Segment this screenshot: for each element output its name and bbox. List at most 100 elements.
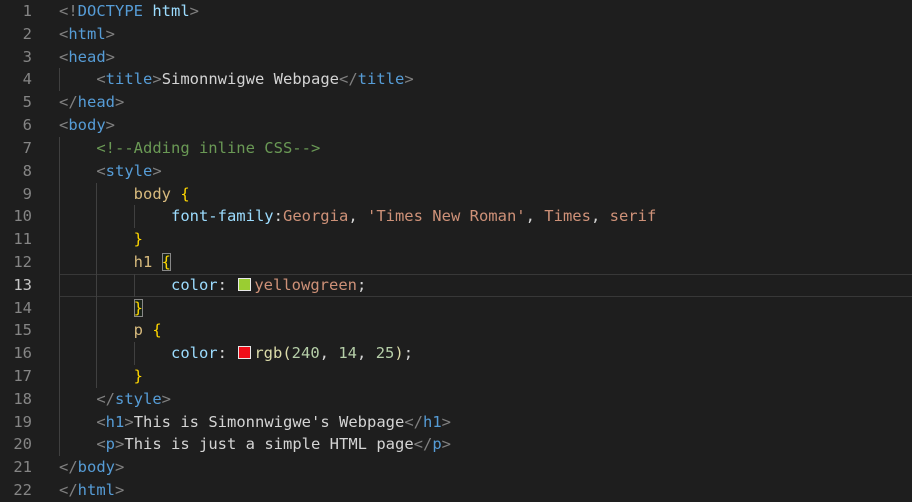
line-content[interactable]: font-family:Georgia, 'Times New Roman', … xyxy=(59,205,912,229)
code-line[interactable]: 7 <!--Adding inline CSS--> xyxy=(0,136,912,160)
line-number[interactable]: 10 xyxy=(0,205,59,228)
code-line[interactable]: 6 <body> xyxy=(0,114,912,137)
code-line[interactable]: 19 <h1>This is Simonnwigwe's Webpage</h1… xyxy=(0,410,912,434)
indent-guide xyxy=(96,342,98,365)
line-content[interactable]: color: rgb(240, 14, 25); xyxy=(59,342,912,365)
code-line[interactable]: 11 } xyxy=(0,228,912,251)
line-number[interactable]: 4 xyxy=(0,68,59,91)
indent-guide xyxy=(59,387,60,411)
code-token: > xyxy=(105,47,116,66)
line-number[interactable]: 7 xyxy=(0,137,59,160)
matched-bracket: { xyxy=(161,252,172,271)
code-token: < xyxy=(59,24,69,43)
line-content[interactable]: </body> xyxy=(59,456,912,479)
code-token: </ xyxy=(339,70,358,89)
code-token: 240 xyxy=(291,344,320,363)
code-token: > xyxy=(441,435,452,454)
line-content[interactable]: </html> xyxy=(59,479,912,502)
line-content[interactable]: <style> xyxy=(59,159,912,183)
code-line[interactable]: 15 p { xyxy=(0,319,912,343)
line-content[interactable]: p { xyxy=(59,319,912,343)
code-line[interactable]: 20 <p>This is just a simple HTML page</p… xyxy=(0,433,912,457)
line-number[interactable]: 8 xyxy=(0,160,59,183)
line-number[interactable]: 15 xyxy=(0,319,59,342)
code-token: </ xyxy=(59,458,78,477)
line-content[interactable]: <!--Adding inline CSS--> xyxy=(59,136,912,160)
line-number[interactable]: 14 xyxy=(0,297,59,320)
code-line[interactable]: 8 <style> xyxy=(0,159,912,183)
code-token: title xyxy=(357,70,405,89)
line-number[interactable]: 11 xyxy=(0,228,59,251)
indent-guide xyxy=(96,228,98,251)
indent-guide xyxy=(96,205,98,229)
code-line[interactable]: 21 </body> xyxy=(0,456,912,479)
code-token: < xyxy=(59,47,69,66)
line-content[interactable]: <!DOCTYPE html> xyxy=(59,0,912,23)
code-line[interactable]: 10 font-family:Georgia, 'Times New Roman… xyxy=(0,205,912,229)
code-token: : xyxy=(217,344,237,363)
indent-guide xyxy=(59,296,60,320)
code-line[interactable]: 5 </head> xyxy=(0,91,912,114)
code-token: > xyxy=(105,24,116,43)
line-number[interactable]: 16 xyxy=(0,342,59,365)
line-number[interactable]: 17 xyxy=(0,365,59,388)
line-content[interactable]: body { xyxy=(59,182,912,206)
line-number[interactable]: 6 xyxy=(0,114,59,137)
line-content[interactable]: <title>Simonnwigwe Webpage</title> xyxy=(59,68,912,92)
line-content[interactable]: } xyxy=(59,296,912,320)
code-line[interactable]: 22 </html> xyxy=(0,479,912,502)
line-number[interactable]: 3 xyxy=(0,46,59,69)
code-line[interactable]: 12 h1 { xyxy=(0,250,912,274)
code-line[interactable]: 9 body { xyxy=(0,182,912,206)
line-content[interactable]: } xyxy=(59,365,912,388)
line-content[interactable]: </head> xyxy=(59,91,912,114)
code-token: ; xyxy=(356,275,367,294)
code-line[interactable]: 1 <!DOCTYPE html> xyxy=(0,0,912,23)
line-content[interactable]: <head> xyxy=(59,46,912,69)
line-content[interactable]: <html> xyxy=(59,23,912,46)
code-line[interactable]: 18 </style> xyxy=(0,387,912,411)
line-content[interactable]: } xyxy=(59,228,912,251)
code-token: < xyxy=(59,116,69,135)
code-line[interactable]: 2 <html> xyxy=(0,23,912,46)
code-token: Times xyxy=(544,207,591,226)
line-number[interactable]: 9 xyxy=(0,183,59,206)
code-line[interactable]: 4 <title>Simonnwigwe Webpage</title> xyxy=(0,68,912,92)
line-number[interactable]: 12 xyxy=(0,251,59,274)
code-token: , xyxy=(348,207,367,226)
line-content[interactable]: <p>This is just a simple HTML page</p> xyxy=(59,433,912,457)
color-swatch[interactable] xyxy=(238,346,252,360)
line-number[interactable]: 22 xyxy=(0,479,59,502)
indent-guide xyxy=(96,365,98,388)
line-number[interactable]: 21 xyxy=(0,456,59,479)
line-number[interactable]: 1 xyxy=(0,0,59,23)
line-number[interactable]: 5 xyxy=(0,91,59,114)
code-line[interactable]: 17 } xyxy=(0,365,912,388)
line-number[interactable]: 19 xyxy=(0,411,59,434)
code-token: </ xyxy=(96,389,115,408)
code-token: > xyxy=(152,70,162,89)
line-content[interactable]: h1 { xyxy=(59,250,912,274)
code-line[interactable]: 14 } xyxy=(0,296,912,320)
code-line[interactable]: 13 color: yellowgreen; xyxy=(0,273,912,297)
line-number[interactable]: 18 xyxy=(0,388,59,411)
line-number[interactable]: 2 xyxy=(0,23,59,46)
code-token: <!--Adding inline CSS--> xyxy=(96,138,321,157)
line-content[interactable]: color: yellowgreen; xyxy=(59,273,912,297)
line-number[interactable]: 20 xyxy=(0,433,59,456)
color-swatch[interactable] xyxy=(238,277,252,291)
code-line[interactable]: 3 <head> xyxy=(0,46,912,69)
indent-guide xyxy=(133,342,135,365)
indent-guide xyxy=(96,250,98,274)
code-token: style xyxy=(115,389,162,408)
line-number[interactable]: 13 xyxy=(0,274,59,297)
code-line[interactable]: 16 color: rgb(240, 14, 25); xyxy=(0,342,912,365)
line-content[interactable]: <h1>This is Simonnwigwe's Webpage</h1> xyxy=(59,410,912,434)
line-content[interactable]: <body> xyxy=(59,114,912,137)
code-token: h1 xyxy=(105,412,125,431)
line-content[interactable]: </style> xyxy=(59,387,912,411)
code-token: } xyxy=(133,230,143,249)
code-token: > xyxy=(115,435,125,454)
